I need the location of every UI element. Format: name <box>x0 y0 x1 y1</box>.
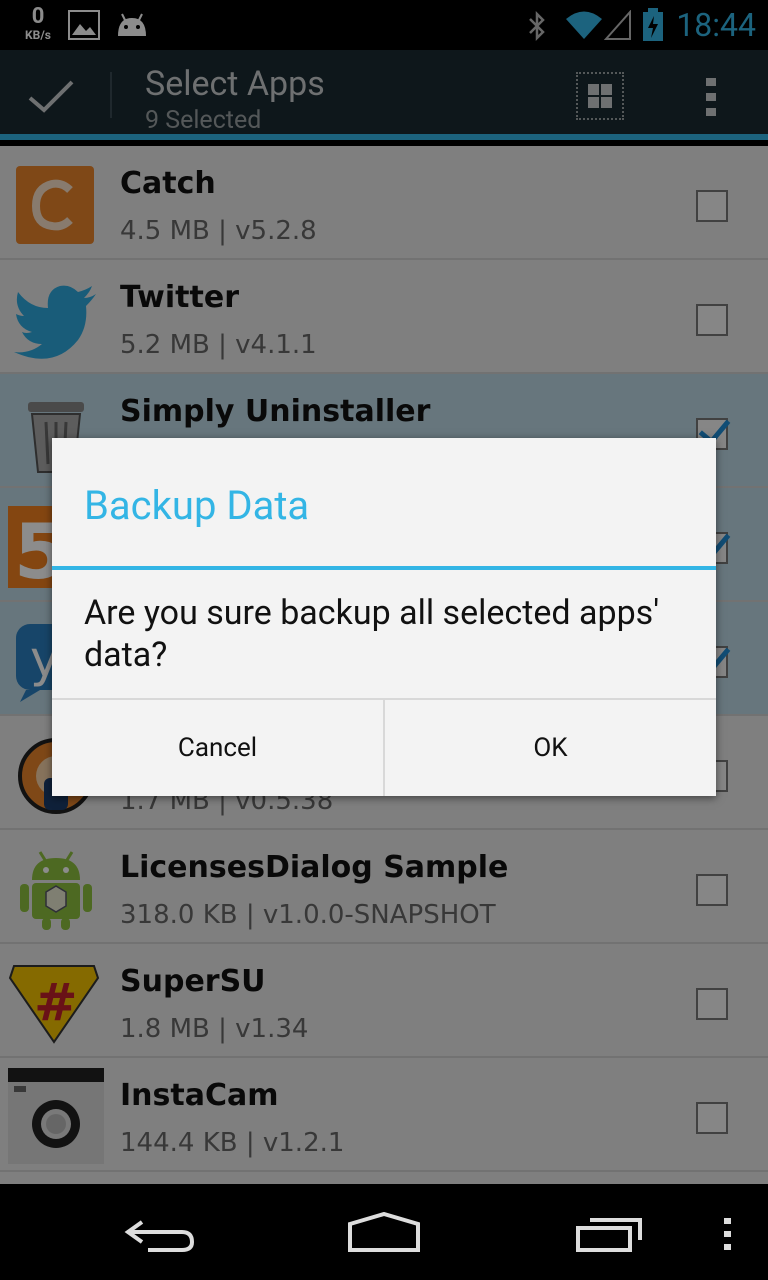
dialog-title: Backup Data <box>84 482 310 529</box>
home-icon[interactable] <box>346 1211 422 1258</box>
menu-icon[interactable] <box>722 1218 734 1256</box>
dialog-title-divider <box>52 566 716 570</box>
recents-icon[interactable] <box>574 1214 646 1258</box>
back-icon[interactable] <box>124 1214 196 1258</box>
ok-button[interactable]: OK <box>383 700 716 796</box>
dialog-button-bar: Cancel OK <box>52 698 716 796</box>
dialog-message: Are you sure backup all selected apps' d… <box>84 593 660 675</box>
cancel-button[interactable]: Cancel <box>52 700 383 796</box>
navigation-bar <box>0 1184 768 1280</box>
backup-data-dialog: Backup Data Are you sure backup all sele… <box>52 438 716 796</box>
